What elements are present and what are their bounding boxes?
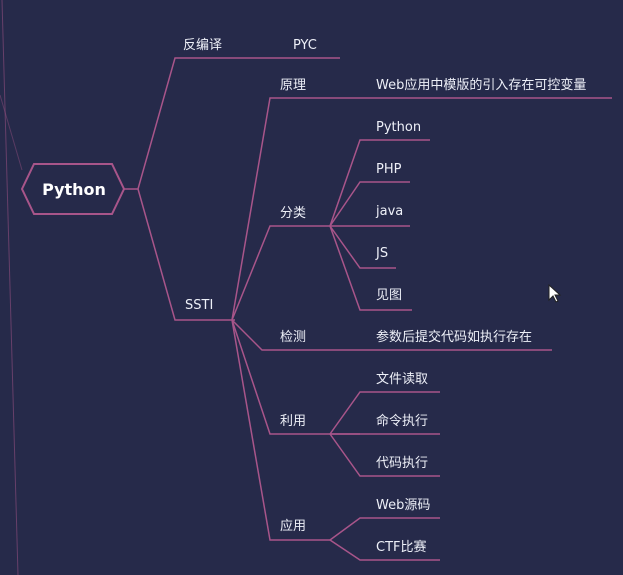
node-class-php[interactable]: PHP: [376, 162, 401, 178]
node-application[interactable]: 应用: [280, 519, 306, 535]
node-detection-detail[interactable]: 参数后提交代码如执行存在: [376, 330, 532, 346]
node-class-java[interactable]: java: [376, 204, 403, 220]
node-app-ctf[interactable]: CTF比赛: [376, 540, 427, 556]
node-exploit-file[interactable]: 文件读取: [376, 372, 428, 388]
node-exploit-cmd[interactable]: 命令执行: [376, 414, 428, 430]
node-ssti[interactable]: SSTI: [185, 298, 213, 314]
node-class-js[interactable]: JS: [376, 246, 388, 262]
connector-application: [231, 319, 330, 541]
node-exploit-code[interactable]: 代码执行: [376, 456, 428, 472]
node-detection[interactable]: 检测: [280, 330, 306, 346]
node-class-python[interactable]: Python: [376, 120, 421, 136]
connector-classification: [231, 225, 330, 321]
root-node-label[interactable]: Python: [24, 164, 124, 214]
node-principle[interactable]: 原理: [280, 78, 306, 94]
node-classification[interactable]: 分类: [280, 206, 306, 222]
node-principle-detail[interactable]: Web应用中模版的引入存在可控变量: [376, 78, 586, 94]
edge-line-decoration: [0, 94, 23, 171]
node-decompile[interactable]: 反编译: [183, 38, 222, 54]
connector-app-web: [329, 517, 440, 541]
node-exploitation[interactable]: 利用: [280, 414, 306, 430]
node-app-web[interactable]: Web源码: [376, 498, 430, 514]
mouse-pointer-icon: [548, 284, 562, 303]
edge-line-decoration: [1, 0, 19, 575]
node-class-figure[interactable]: 见图: [376, 288, 402, 304]
node-pyc[interactable]: PYC: [293, 38, 317, 54]
connector-decompile: [124, 57, 260, 190]
